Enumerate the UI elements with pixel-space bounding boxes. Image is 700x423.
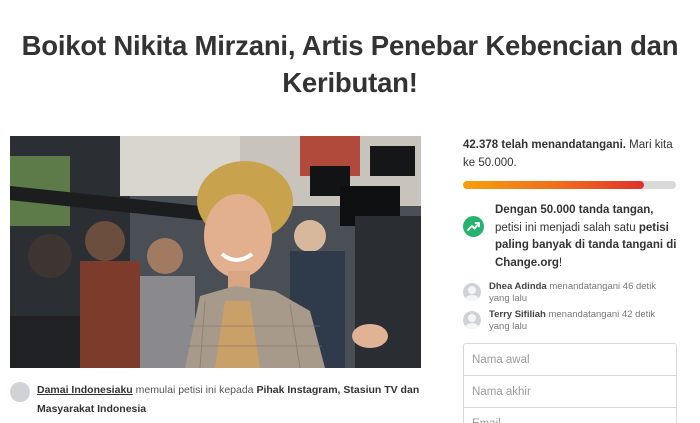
sign-panel: 42.378 telah menandatangani. Mari kita k…: [463, 136, 678, 423]
signature-count: 42.378 telah menandatangani. Mari kita k…: [463, 136, 678, 172]
recent-signers: Dhea Adinda menandatangani 46 detik yang…: [463, 281, 678, 333]
petition-photo: [10, 136, 421, 368]
email-input[interactable]: [463, 407, 677, 423]
recent-signer-row: Dhea Adinda menandatangani 46 detik yang…: [463, 281, 678, 305]
signer-name: Dhea Adinda: [489, 281, 547, 292]
milestone-mid: petisi ini menjadi salah satu: [495, 221, 639, 234]
signature-progress-bar: [463, 181, 676, 189]
milestone-text: Dengan 50.000 tanda tangan, petisi ini m…: [495, 202, 678, 272]
progress-fill: [463, 181, 644, 189]
milestone-message: Dengan 50.000 tanda tangan, petisi ini m…: [463, 202, 678, 272]
starter-avatar[interactable]: [10, 382, 30, 402]
signer-avatar: [463, 283, 481, 301]
starter-name-link[interactable]: Damai Indonesiaku: [37, 384, 133, 396]
milestone-bold-1: Dengan 50.000 tanda tangan,: [495, 204, 654, 216]
petition-starter: Damai Indonesiaku memulai petisi ini kep…: [10, 381, 421, 419]
signer-text: Dhea Adinda menandatangani 46 detik yang…: [489, 281, 678, 305]
recent-signer-row: Terry Sifiliah menandatangani 42 detik y…: [463, 309, 678, 333]
starter-action: memulai petisi ini kepada: [132, 384, 257, 396]
signed-count: 42.378 telah menandatangani.: [463, 139, 626, 151]
first-name-input[interactable]: [463, 343, 677, 376]
last-name-input[interactable]: [463, 375, 677, 408]
signer-text: Terry Sifiliah menandatangani 42 detik y…: [489, 309, 678, 333]
signer-name: Terry Sifiliah: [489, 309, 546, 320]
signer-avatar: [463, 311, 481, 329]
trending-up-icon: [463, 216, 484, 237]
sign-form: [463, 343, 677, 423]
milestone-end: !: [558, 256, 563, 269]
petition-title: Boikot Nikita Mirzani, Artis Penebar Keb…: [21, 30, 679, 98]
